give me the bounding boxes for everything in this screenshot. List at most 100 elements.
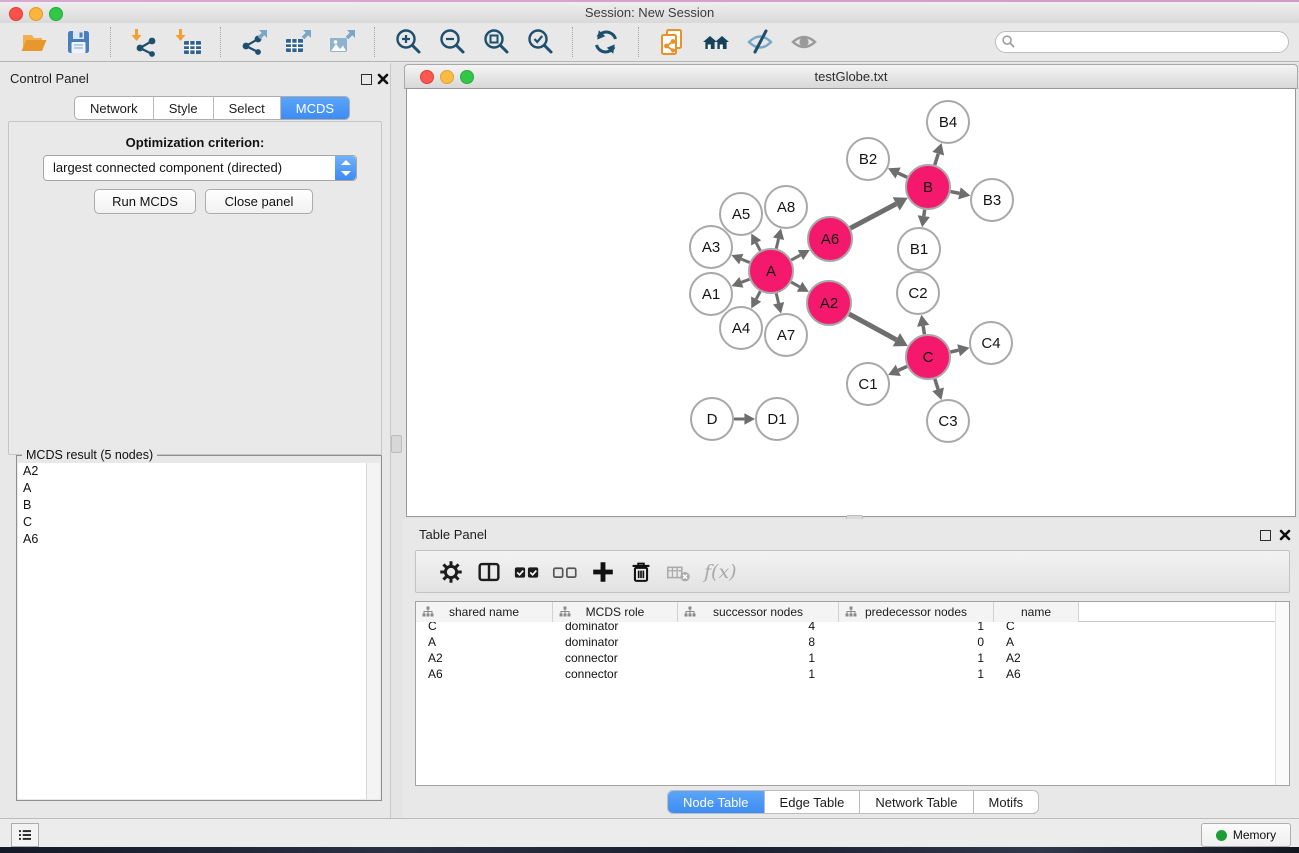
column-header-shared-name[interactable]: shared name: [416, 602, 553, 622]
table-row[interactable]: A2connector11A2: [416, 650, 1289, 666]
import-network-icon[interactable]: [127, 26, 161, 58]
zoom-in-icon[interactable]: [391, 26, 425, 58]
optimization-criterion-select[interactable]: largest connected component (directed): [43, 155, 357, 181]
tab-network[interactable]: Network: [75, 97, 154, 119]
close-table-panel-icon[interactable]: [1279, 529, 1291, 541]
zoom-fit-icon[interactable]: [479, 26, 513, 58]
mcds-result-item[interactable]: A: [18, 480, 366, 497]
optimization-criterion-label: Optimization criterion:: [9, 135, 381, 150]
column-header-label: MCDS role: [586, 605, 645, 619]
graph-node-label: A2: [820, 295, 838, 312]
graph-edge-B-B4[interactable]: [935, 154, 938, 165]
mcds-result-item[interactable]: A2: [18, 463, 366, 480]
mcds-result-item[interactable]: A6: [18, 531, 366, 548]
tab-mcds[interactable]: MCDS: [281, 97, 349, 119]
search-input[interactable]: [995, 31, 1289, 53]
column-header-successor-nodes[interactable]: successor nodes: [678, 602, 839, 622]
table-cell: 0: [839, 635, 994, 649]
tab-motifs[interactable]: Motifs: [974, 791, 1039, 813]
node-table-scrollbar[interactable]: [1275, 602, 1289, 785]
run-mcds-button[interactable]: Run MCDS: [94, 189, 196, 214]
graph-node-label: B3: [983, 192, 1001, 209]
graph-node-label: C1: [858, 376, 877, 393]
memory-button[interactable]: Memory: [1201, 823, 1291, 847]
attribute-tree-icon: [422, 606, 434, 618]
graph-edge-C-C4[interactable]: [950, 350, 958, 352]
column-header-label: predecessor nodes: [865, 605, 967, 619]
graph-edge-A-A6[interactable]: [791, 255, 800, 260]
toolbar-separator: [220, 27, 222, 57]
save-session-icon[interactable]: [61, 26, 95, 58]
export-image-icon[interactable]: [325, 26, 359, 58]
zoom-selected-icon[interactable]: [523, 26, 557, 58]
table-row[interactable]: A6connector11A6: [416, 666, 1289, 682]
export-table-icon[interactable]: [281, 26, 315, 58]
graph-arrowhead-icon: [958, 187, 970, 199]
tab-node-table[interactable]: Node Table: [668, 791, 765, 813]
float-table-panel-icon[interactable]: [1260, 530, 1271, 541]
graph-edge-C-C1[interactable]: [898, 366, 907, 370]
export-network-icon[interactable]: [237, 26, 271, 58]
graph-edge-C-C2[interactable]: [923, 326, 924, 334]
open-session-icon[interactable]: [17, 26, 51, 58]
graph-node-label: C: [923, 349, 934, 366]
search-icon: [1002, 35, 1015, 48]
column-header-name[interactable]: name: [994, 602, 1079, 622]
column-header-predecessor-nodes[interactable]: predecessor nodes: [839, 602, 994, 622]
tab-edge-table[interactable]: Edge Table: [765, 791, 861, 813]
column-header-label: shared name: [449, 605, 519, 619]
graph-edge-C-C3[interactable]: [935, 379, 938, 389]
graph-edge-A-A4[interactable]: [756, 291, 760, 299]
split-view-icon[interactable]: [474, 557, 504, 587]
graph-edge-A-A3[interactable]: [741, 259, 749, 262]
panel-divider-handle[interactable]: [391, 435, 402, 453]
clone-network-icon[interactable]: [655, 26, 689, 58]
select-all-icon[interactable]: [512, 557, 542, 587]
table-row[interactable]: Adominator80A: [416, 634, 1289, 650]
attribute-tree-icon: [845, 606, 857, 618]
table-settings-icon[interactable]: [436, 557, 466, 587]
network-canvas[interactable]: B4B2BB3A8A5A6A3B1AC2A1A2A4A7C4CC1C3DD1: [406, 88, 1296, 517]
graph-edge-A-A5[interactable]: [756, 243, 760, 251]
graph-edge-B-B3[interactable]: [951, 192, 960, 194]
tab-network-table[interactable]: Network Table: [860, 791, 973, 813]
bird-eye-toggle-icon[interactable]: [743, 26, 777, 58]
reset-view-icon[interactable]: [699, 26, 733, 58]
graph-node-label: D1: [767, 411, 786, 428]
application-window: Session: New Session: [0, 0, 1299, 853]
delete-column-icon[interactable]: [626, 557, 656, 587]
select-stepper-icon: [335, 156, 356, 180]
graph-edge-B-B2[interactable]: [898, 173, 907, 177]
apply-layout-icon[interactable]: [589, 26, 623, 58]
graph-edge-A-A1[interactable]: [741, 279, 749, 282]
graph-edge-A-A7[interactable]: [776, 293, 778, 303]
task-history-button[interactable]: [11, 823, 39, 847]
graph-edge-A2-C[interactable]: [849, 314, 896, 340]
close-panel-button[interactable]: Close panel: [205, 189, 313, 214]
mcds-result-item[interactable]: B: [18, 497, 366, 514]
close-panel-icon[interactable]: [377, 73, 389, 85]
mcds-result-item[interactable]: C: [18, 514, 366, 531]
deselect-all-icon[interactable]: [550, 557, 580, 587]
float-panel-icon[interactable]: [361, 74, 372, 85]
add-column-icon[interactable]: [588, 557, 618, 587]
tab-style[interactable]: Style: [154, 97, 214, 119]
zoom-out-icon[interactable]: [435, 26, 469, 58]
column-header-MCDS-role[interactable]: MCDS role: [553, 602, 678, 622]
import-table-icon[interactable]: [171, 26, 205, 58]
graph-edge-A-A2[interactable]: [791, 282, 799, 287]
graph-edge-A-A8[interactable]: [776, 239, 778, 249]
graph-node-label: B1: [910, 241, 928, 258]
session-title: Session: New Session: [0, 5, 1299, 20]
network-window-titlebar[interactable]: testGlobe.txt: [404, 64, 1298, 89]
graph-edge-A6-B[interactable]: [850, 204, 896, 228]
mcds-result-list[interactable]: A2ABCA6: [18, 463, 366, 799]
main-area: Control Panel NetworkStyleSelectMCDS Opt…: [0, 63, 1299, 818]
table-panel: Table Panel: [403, 519, 1299, 818]
graph-edge-B-B1[interactable]: [924, 210, 925, 216]
mcds-result-scrollbar[interactable]: [366, 463, 380, 799]
tab-select[interactable]: Select: [214, 97, 281, 119]
graphics-details-icon[interactable]: [787, 26, 821, 58]
table-cell: A6: [994, 667, 1079, 681]
table-cell: A: [994, 635, 1079, 649]
